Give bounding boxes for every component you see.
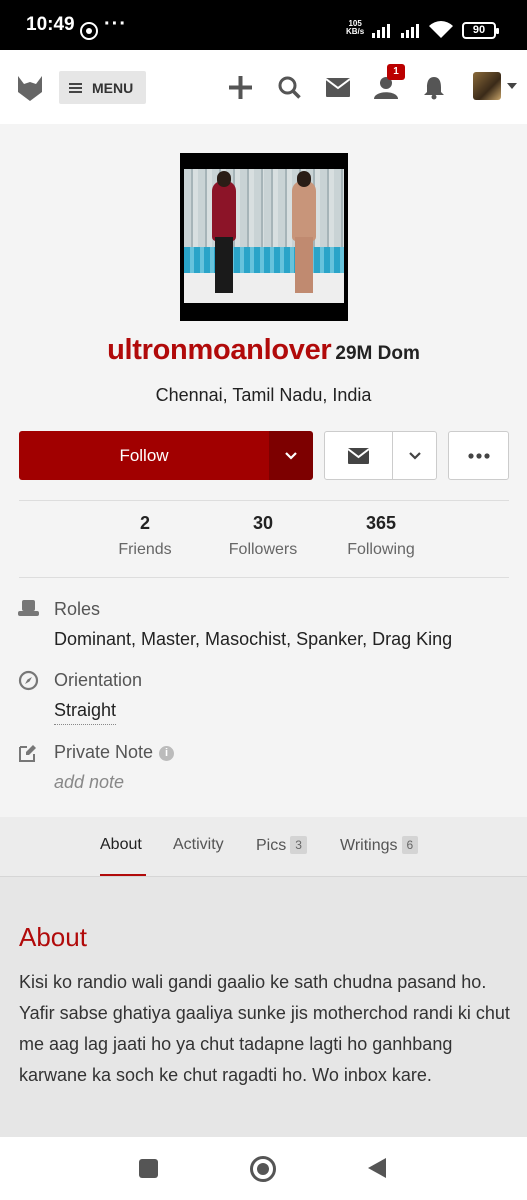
stat-followers[interactable]: 30 Followers [204,513,322,559]
home-button[interactable] [250,1156,276,1182]
bell-icon[interactable] [423,76,445,100]
mail-icon [348,447,369,464]
username[interactable]: ultronmoanlover [107,334,332,366]
chevron-down-icon [285,451,297,460]
stat-number: 365 [365,513,397,533]
info-icon[interactable]: i [159,746,175,761]
chrome-icon [80,22,98,40]
profile-section: ultronmoanlover 29M Dom Chennai, Tamil Na… [0,124,527,817]
about-heading: About [19,922,87,952]
signal-icon [372,24,390,38]
chevron-down-icon[interactable] [507,83,517,89]
profile-heading: ultronmoanlover 29M Dom [0,334,527,367]
about-text: Kisi ko randio wali gandi gaalio ke sath… [19,972,510,1085]
photo-right [264,169,344,303]
top-header: MENU 1 [0,50,527,124]
profile-photo[interactable] [180,153,348,321]
follow-options-button[interactable] [269,431,313,480]
android-nav-bar [0,1137,527,1200]
battery-icon: 90 [462,22,499,39]
orientation-value[interactable]: Straight [54,700,117,725]
roles-value: Dominant, Master, Masochist, Spanker, Dr… [54,629,453,649]
hamburger-icon [69,82,82,93]
stat-number: 2 [139,513,150,533]
about-section: About Kisi ko randio wali gandi gaalio k… [0,877,527,1137]
follow-button[interactable]: Follow [19,431,269,480]
back-button[interactable] [368,1158,386,1178]
menu-button[interactable]: MENU [59,71,146,104]
mail-icon[interactable] [326,78,350,97]
roles-label: Roles [54,599,101,619]
compass-icon [18,670,39,691]
message-button[interactable] [324,431,393,480]
notification-badge: 1 [387,64,405,80]
stat-number: 30 [252,513,274,533]
avatar[interactable] [473,72,501,100]
tab-activity[interactable]: Activity [173,836,224,854]
stat-label: Following [347,541,415,558]
ellipsis-icon [467,452,490,459]
logo-icon[interactable] [16,74,44,102]
profile-tabs: About Activity Pics 3 Writings 6 [0,817,527,877]
status-bar: 10:49 ··· 105 KB/s 90 [0,0,527,50]
active-tab-indicator [100,874,146,876]
location: Chennai, Tamil Nadu, India [155,385,372,405]
more-notifications-icon: ··· [104,13,127,35]
tab-writings[interactable]: Writings 6 [340,836,419,855]
divider [19,577,509,578]
stat-label: Friends [118,541,172,558]
wifi-icon [429,21,453,38]
add-note-link[interactable]: add note [54,772,124,793]
more-options-button[interactable] [448,431,509,480]
photo-left [184,169,264,303]
plus-icon[interactable] [229,76,252,99]
tab-count: 6 [401,836,419,854]
tab-count: 3 [290,836,307,854]
stat-following[interactable]: 365 Following [322,513,440,559]
divider [19,500,509,501]
network-speed: 105 KB/s [346,19,365,36]
clock: 10:49 [26,14,75,35]
top-hat-icon [18,600,39,616]
stat-label: Followers [228,541,298,558]
private-note-label: Private Note i [54,742,175,763]
stat-friends[interactable]: 2 Friends [86,513,204,559]
signal-icon-2 [401,24,419,38]
age-gender-role: 29M Dom [335,343,420,364]
recents-button[interactable] [139,1159,158,1178]
menu-label: MENU [92,79,134,96]
orientation-label: Orientation [54,670,143,690]
search-icon[interactable] [278,76,301,99]
edit-note-icon [19,745,36,762]
chevron-down-icon [408,451,421,460]
message-options-button[interactable] [392,431,437,480]
tab-pics[interactable]: Pics 3 [256,836,307,855]
tab-about[interactable]: About [100,836,142,854]
